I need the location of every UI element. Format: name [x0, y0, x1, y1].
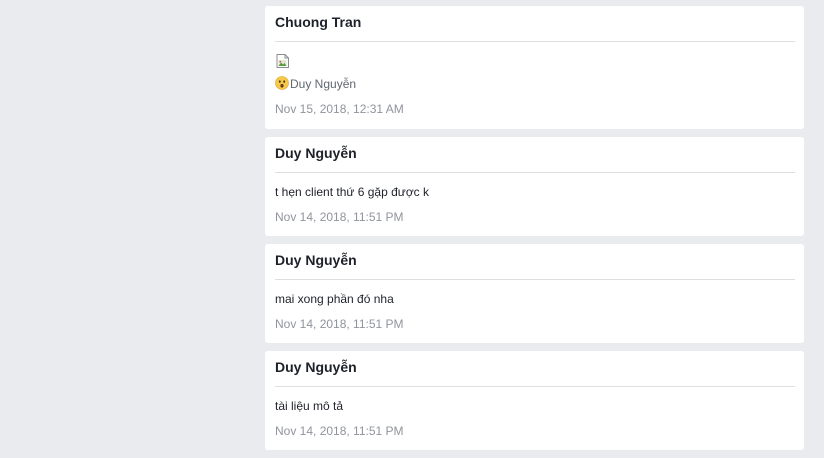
- message-body: mai xong phần đó nha Nov 14, 2018, 11:51…: [275, 280, 794, 334]
- message-timestamp[interactable]: Nov 15, 2018, 12:31 AM: [275, 99, 794, 119]
- message-feed: Chuong Tran Duy Nguyễn Nov 15, 2018, 12:…: [265, 6, 804, 458]
- message-card: Duy Nguyễn mai xong phần đó nha Nov 14, …: [265, 244, 804, 343]
- message-text-content: Duy Nguyễn: [290, 77, 357, 91]
- message-author: Chuong Tran: [275, 6, 795, 42]
- message-text: tài liệu mô tả: [275, 399, 344, 413]
- message-body: tài liệu mô tả Nov 14, 2018, 11:51 PM: [275, 387, 794, 441]
- broken-image-icon[interactable]: [275, 53, 291, 69]
- message-timestamp[interactable]: Nov 14, 2018, 11:51 PM: [275, 314, 794, 334]
- message-card: Duy Nguyễn tài liệu mô tả Nov 14, 2018, …: [265, 351, 804, 450]
- message-timestamp[interactable]: Nov 14, 2018, 11:51 PM: [275, 207, 794, 227]
- message-timestamp[interactable]: Nov 14, 2018, 11:51 PM: [275, 421, 794, 441]
- message-author: Duy Nguyễn: [275, 244, 795, 280]
- message-text: t hẹn client thứ 6 gặp được k: [275, 185, 430, 199]
- message-text: Duy Nguyễn: [275, 74, 794, 94]
- message-author: Duy Nguyễn: [275, 137, 795, 173]
- message-body: Duy Nguyễn Nov 15, 2018, 12:31 AM: [275, 42, 794, 119]
- message-text: mai xong phần đó nha: [275, 292, 394, 306]
- message-card: Duy Nguyễn t hẹn client thứ 6 gặp được k…: [265, 137, 804, 236]
- message-card: Chuong Tran Duy Nguyễn Nov 15, 2018, 12:…: [265, 6, 804, 129]
- message-body: t hẹn client thứ 6 gặp được k Nov 14, 20…: [275, 173, 794, 227]
- message-author: Duy Nguyễn: [275, 351, 795, 387]
- astonished-face-icon: [275, 76, 289, 90]
